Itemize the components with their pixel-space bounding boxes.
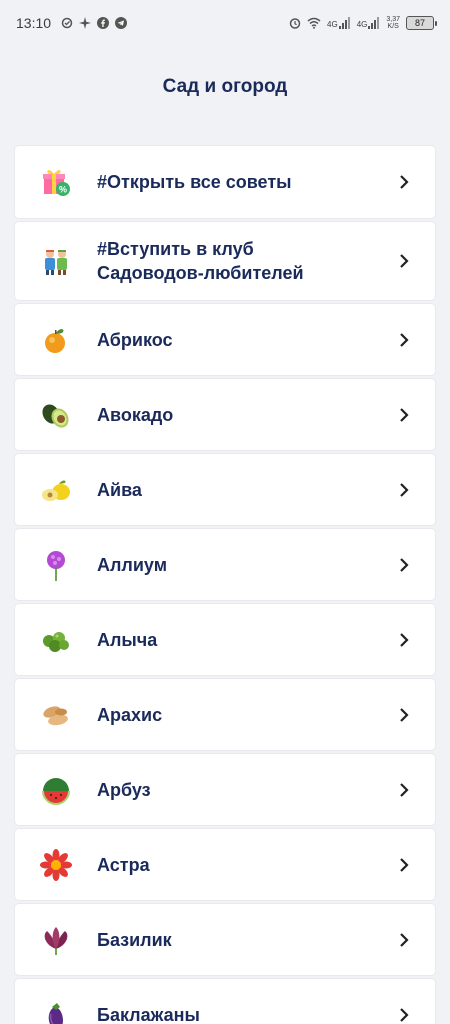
basil-icon (39, 923, 73, 957)
net-speed: 3,37 K/S (386, 16, 400, 30)
list-item-apricot[interactable]: Абрикос (15, 304, 435, 375)
net-speed-unit: K/S (387, 23, 399, 30)
chevron-right-icon (397, 707, 411, 722)
signal-icon (368, 17, 380, 29)
chevron-right-icon (397, 1007, 411, 1022)
alarm-icon (289, 18, 301, 29)
avocado-icon (39, 398, 73, 432)
status-right: 4G 4G 3,37 K/S 87 (289, 16, 437, 30)
list-item-label: Абрикос (97, 329, 173, 350)
battery-level: 87 (414, 18, 425, 28)
chevron-right-icon (397, 932, 411, 947)
net-type-2: 4G (356, 20, 368, 29)
list-item-label: Авокадо (97, 404, 174, 425)
list-item-label: Астра (97, 854, 150, 875)
list-item-aster[interactable]: Астра (15, 829, 435, 900)
net-speed-value: 3,37 (386, 16, 400, 23)
quince-icon (39, 473, 73, 507)
chevron-right-icon (397, 482, 411, 497)
eggplant-icon (39, 998, 73, 1024)
page-title: Сад и огород (162, 76, 288, 97)
chevron-right-icon (397, 175, 411, 189)
list-item-cherry-plum[interactable]: Алыча (15, 604, 435, 675)
apricot-icon (39, 323, 73, 357)
status-bar: 13:10 4G 4G 3,37 K/S 87 (0, 0, 450, 46)
list-item-allium[interactable]: Аллиум (15, 529, 435, 600)
sparkle-icon (79, 17, 92, 29)
gift-percent-icon: % (39, 165, 73, 199)
watermelon-icon (39, 773, 73, 807)
sync-icon (61, 17, 73, 29)
peanut-icon (39, 698, 73, 732)
signal-icon (338, 17, 350, 29)
allium-icon (39, 548, 73, 582)
list-item-label: Аллиум (97, 554, 168, 575)
svg-text:%: % (59, 185, 67, 195)
list-item-basil[interactable]: Базилик (15, 904, 435, 975)
list-item-label: Базилик (97, 929, 172, 950)
status-left: 13:10 (16, 15, 128, 31)
list-item-label: Баклажаны (97, 1004, 200, 1024)
chevron-right-icon (397, 254, 411, 268)
chevron-right-icon (397, 557, 411, 572)
cherry-plum-icon (39, 623, 73, 657)
net-type-1: 4G (327, 20, 338, 29)
list-item-label: Алыча (97, 629, 158, 650)
telegram-icon (115, 17, 128, 29)
chevron-right-icon (397, 857, 411, 872)
list-item-label: Арбуз (97, 779, 151, 800)
chevron-right-icon (397, 332, 411, 347)
list-item-avocado[interactable]: Авокадо (15, 379, 435, 450)
list-item-label: #Открыть все советы (97, 172, 292, 192)
gardeners-icon (39, 244, 73, 278)
signal-2: 4G (357, 17, 381, 29)
chevron-right-icon (397, 407, 411, 422)
chevron-right-icon (397, 782, 411, 797)
chevron-right-icon (397, 632, 411, 647)
signal-1: 4G (327, 17, 351, 29)
wifi-icon (307, 17, 321, 29)
list-item-open-all-tips[interactable]: % #Открыть все советы (15, 146, 435, 218)
list-item-eggplant[interactable]: Баклажаны (15, 979, 435, 1024)
aster-icon (39, 848, 73, 882)
facebook-icon (97, 17, 110, 29)
list-item-watermelon[interactable]: Арбуз (15, 754, 435, 825)
list-item-label: #Вступить в клуб Садоводов-любителей (97, 239, 304, 283)
status-time: 13:10 (16, 15, 52, 31)
list-item-join-club[interactable]: #Вступить в клуб Садоводов-любителей (15, 222, 435, 300)
battery-indicator: 87 (406, 16, 437, 30)
list-item-label: Айва (97, 479, 142, 500)
list-item-quince[interactable]: Айва (15, 454, 435, 525)
list-item-peanut[interactable]: Арахис (15, 679, 435, 750)
list-item-label: Арахис (97, 704, 163, 725)
